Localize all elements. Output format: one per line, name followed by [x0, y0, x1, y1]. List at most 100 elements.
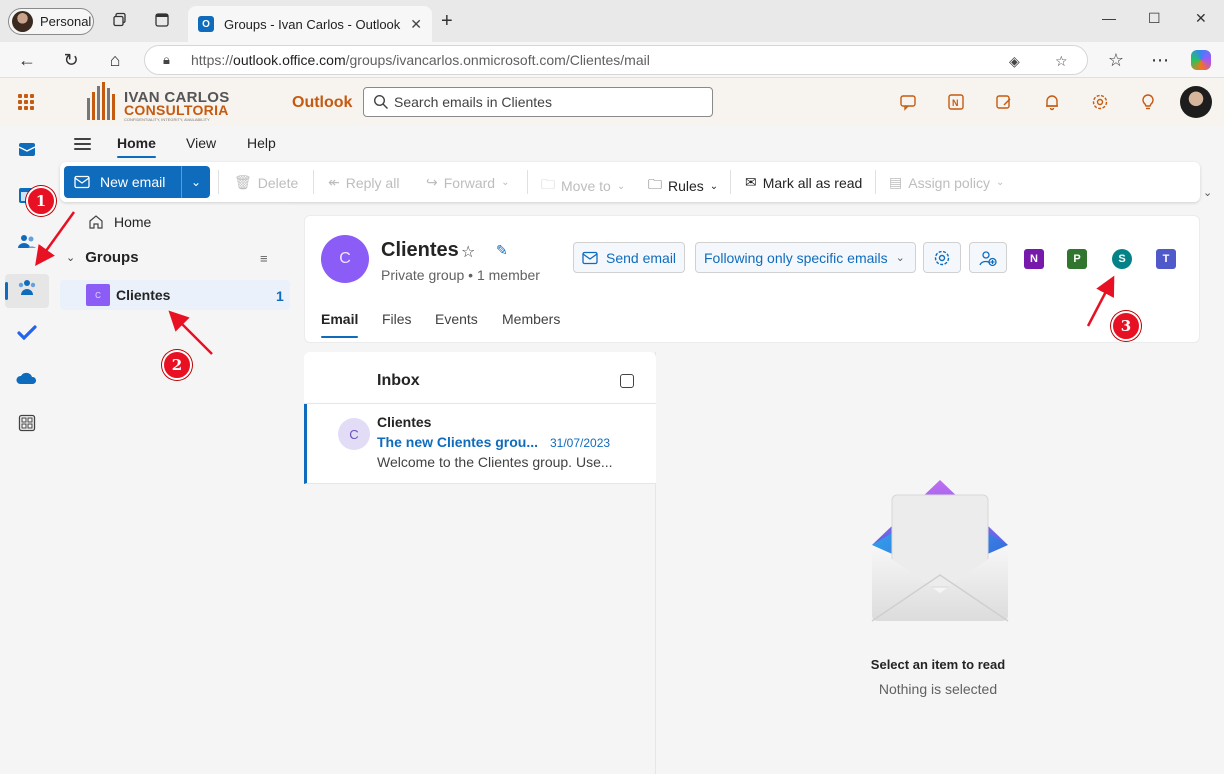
- group-tab-events[interactable]: Events: [435, 311, 478, 327]
- tracking-prevention-icon[interactable]: ◈: [1009, 53, 1020, 70]
- app-name[interactable]: Outlook: [292, 94, 352, 112]
- toolbar-divider: [730, 170, 731, 194]
- group-clientes-row[interactable]: C Clientes: [86, 284, 170, 306]
- tab-home[interactable]: Home: [117, 135, 156, 158]
- ribbon-expand-icon[interactable]: ⌄: [1203, 186, 1212, 199]
- planner-icon[interactable]: P: [1067, 249, 1087, 269]
- message-list: Inbox C Clientes The new Clientes grou..…: [304, 352, 656, 774]
- mark-all-read-button[interactable]: ✉︎ Mark all as read: [745, 174, 862, 191]
- sharepoint-icon[interactable]: S: [1112, 249, 1132, 269]
- folder-home[interactable]: Home: [88, 214, 151, 230]
- window-close-icon[interactable]: ✕: [1195, 10, 1207, 27]
- mail-app-icon[interactable]: [16, 138, 38, 160]
- refresh-icon[interactable]: ↻: [61, 50, 81, 71]
- user-avatar[interactable]: [1180, 86, 1212, 118]
- annotation-badge-2: 2: [162, 350, 192, 380]
- chevron-down-icon: ⌄: [995, 177, 1005, 188]
- my-day-icon[interactable]: [994, 92, 1014, 112]
- url-field[interactable]: 🔒︎ https://outlook.office.com/groups/iva…: [144, 45, 1088, 75]
- delete-button[interactable]: 🗑︎ Delete: [234, 174, 298, 191]
- workspaces-icon[interactable]: [111, 11, 129, 29]
- following-dropdown[interactable]: Following only specific emails ⌄: [695, 242, 916, 273]
- more-options-icon[interactable]: ⋯: [1150, 50, 1170, 71]
- toolbar-divider: [875, 170, 876, 194]
- meet-now-icon[interactable]: [898, 92, 918, 112]
- select-all-icon[interactable]: [620, 374, 634, 388]
- message-item[interactable]: C Clientes The new Clientes grou... 31/0…: [304, 404, 656, 484]
- group-settings-button[interactable]: [923, 242, 961, 273]
- groups-heading: Groups: [85, 249, 139, 266]
- folder-home-label: Home: [114, 214, 152, 230]
- tab-actions-icon[interactable]: [153, 11, 171, 29]
- browser-tab-active[interactable]: O Groups - Ivan Carlos - Outlook ✕: [188, 6, 432, 42]
- people-app-icon[interactable]: [16, 230, 38, 252]
- tab-help[interactable]: Help: [247, 135, 276, 151]
- outlook-favicon-icon: O: [198, 16, 214, 32]
- new-email-main[interactable]: New email: [64, 166, 182, 198]
- message-sender: Clientes: [377, 414, 432, 430]
- rules-button[interactable]: 🗀︎ Rules ⌄: [648, 174, 718, 198]
- edit-pencil-icon[interactable]: ✎: [496, 242, 508, 259]
- app-launcher-icon[interactable]: [18, 94, 34, 110]
- rules-label: Rules: [668, 178, 704, 194]
- favorite-star-icon[interactable]: ☆: [1055, 53, 1068, 70]
- folder-pane: Home ⌄ Groups ≡ C Clientes 1: [54, 205, 294, 774]
- groups-section-header[interactable]: ⌄ Groups: [66, 249, 139, 266]
- logo-tagline: CONFIDENTIALITY, INTEGRITY, AVAILABILITY: [124, 117, 210, 122]
- group-tab-members[interactable]: Members: [502, 311, 560, 327]
- favorite-star-icon[interactable]: ☆: [461, 242, 475, 262]
- tab-close-icon[interactable]: ✕: [410, 16, 422, 33]
- message-date: 31/07/2023: [550, 436, 611, 450]
- ribbon-toolbar: New email ⌄ 🗑︎ Delete ↞ Reply all ↪ Forw…: [60, 162, 1200, 202]
- logo-line2: CONSULTORIA: [124, 102, 229, 118]
- chevron-down-icon: ⌄: [501, 177, 510, 188]
- more-apps-icon[interactable]: [16, 412, 38, 434]
- hamburger-menu-icon[interactable]: [74, 138, 91, 150]
- tab-view[interactable]: View: [186, 135, 216, 151]
- new-email-button[interactable]: New email ⌄: [64, 166, 210, 198]
- following-label: Following only specific emails: [704, 249, 888, 266]
- browser-address-bar: ← ↻ ⌂ 🔒︎ https://outlook.office.com/grou…: [0, 42, 1224, 78]
- group-tab-email[interactable]: Email: [321, 311, 359, 338]
- new-tab-icon[interactable]: +: [441, 10, 453, 33]
- search-input[interactable]: Search emails in Clientes: [363, 87, 713, 117]
- group-title: Clientes: [381, 239, 459, 261]
- groups-app-icon[interactable]: [16, 276, 38, 298]
- group-subtitle: Private group • 1 member: [381, 267, 540, 283]
- chevron-down-icon: ⌄: [616, 180, 626, 192]
- home-icon[interactable]: ⌂: [105, 50, 125, 71]
- filter-icon[interactable]: ≡: [260, 251, 268, 266]
- toolbar-divider: [218, 170, 219, 194]
- tips-lightbulb-icon[interactable]: [1138, 92, 1158, 112]
- new-email-label: New email: [100, 174, 166, 190]
- profile-button[interactable]: Personal: [8, 8, 94, 35]
- settings-gear-icon[interactable]: [1090, 92, 1110, 112]
- message-list-header: Inbox: [304, 352, 656, 404]
- maximize-icon[interactable]: ☐: [1148, 10, 1161, 27]
- teams-icon[interactable]: T: [1156, 249, 1176, 269]
- annotation-badge-3: 3: [1111, 311, 1141, 341]
- notifications-icon[interactable]: [1042, 92, 1062, 112]
- company-logo: IVAN CARLOS CONSULTORIA CONFIDENTIALITY,…: [86, 80, 236, 124]
- assign-policy-button[interactable]: ▤ Assign policy ⌄: [889, 174, 1004, 191]
- copilot-icon[interactable]: [1191, 50, 1211, 70]
- app-rail: [0, 126, 54, 774]
- tab-title: Groups - Ivan Carlos - Outlook: [224, 16, 401, 32]
- todo-app-icon[interactable]: [16, 322, 38, 344]
- favorites-icon[interactable]: ☆: [1106, 50, 1126, 71]
- minimize-icon[interactable]: —: [1102, 10, 1116, 26]
- group-tab-files[interactable]: Files: [382, 311, 412, 327]
- group-header-card: C Clientes ☆ ✎ Private group • 1 member …: [304, 215, 1200, 343]
- send-email-button[interactable]: Send email: [573, 242, 686, 273]
- add-members-button[interactable]: [969, 242, 1007, 273]
- browser-tab-bar: Personal O Groups - Ivan Carlos - Outloo…: [0, 0, 1224, 42]
- onenote-feed-icon[interactable]: N: [946, 92, 966, 112]
- new-email-dropdown-icon[interactable]: ⌄: [182, 175, 210, 189]
- onenote-icon[interactable]: N: [1024, 249, 1044, 269]
- reply-all-button[interactable]: ↞ Reply all: [328, 174, 399, 191]
- onedrive-app-icon[interactable]: [16, 368, 38, 390]
- search-icon: [373, 94, 388, 109]
- forward-button[interactable]: ↪ Forward ⌄: [426, 174, 509, 191]
- back-icon[interactable]: ←: [17, 50, 37, 71]
- move-to-button[interactable]: 🗀︎ Move to ⌄: [541, 174, 625, 198]
